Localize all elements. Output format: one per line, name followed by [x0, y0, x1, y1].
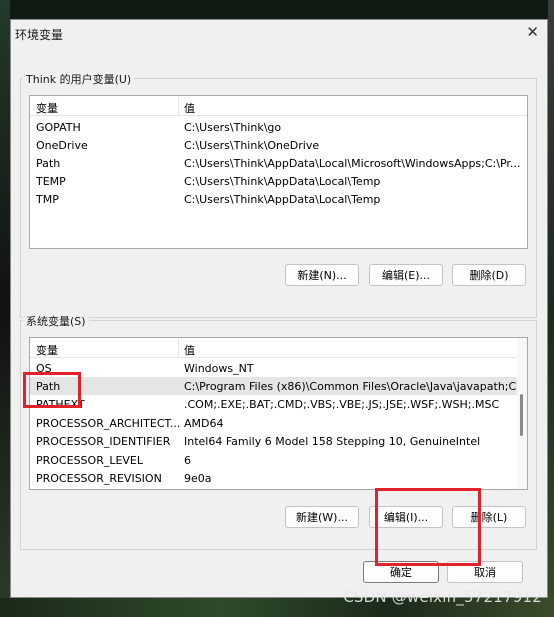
table-row[interactable]: TEMP C:\Users\Think\AppData\Local\Temp [30, 172, 527, 190]
column-separator[interactable] [178, 338, 179, 358]
system-list-scrollbar[interactable] [517, 338, 527, 489]
variable-name: TEMP [36, 175, 66, 188]
variable-name: PROCESSOR_LEVEL [36, 454, 144, 467]
column-header-value[interactable]: 值 [184, 342, 195, 358]
table-row[interactable]: Path C:\Users\Think\AppData\Local\Micros… [30, 154, 527, 172]
table-row[interactable]: PROCESSOR_REVISION 9e0a [30, 469, 519, 487]
variable-value: C:\Users\Think\AppData\Local\Temp [184, 175, 381, 188]
close-icon[interactable]: ✕ [526, 23, 539, 41]
variable-value: .COM;.EXE;.BAT;.CMD;.VBS;.VBE;.JS;.JSE;.… [184, 398, 500, 411]
column-header-name[interactable]: 变量 [36, 100, 58, 116]
annotation-highlight-path [23, 372, 81, 408]
table-row[interactable]: PROCESSOR_IDENTIFIER Intel64 Family 6 Mo… [30, 432, 519, 450]
variable-value: C:\Program Files (x86)\Common Files\Orac… [184, 380, 528, 393]
variable-name: OneDrive [36, 139, 88, 152]
table-row-selected[interactable]: Path C:\Program Files (x86)\Common Files… [30, 377, 527, 395]
scrollbar-thumb[interactable] [520, 394, 523, 436]
table-row[interactable]: TMP C:\Users\Think\AppData\Local\Temp [30, 190, 527, 208]
user-variables-list[interactable]: 变量 值 GOPATH C:\Users\Think\go OneDrive C… [29, 95, 528, 249]
user-edit-button[interactable]: 编辑(E)... [369, 264, 443, 286]
variable-value: 6 [184, 454, 191, 467]
variable-name: PROCESSOR_IDENTIFIER [36, 435, 171, 448]
system-variables-list[interactable]: 变量 值 OS Windows_NT Path C:\Program Files… [29, 337, 528, 490]
variable-name: PROCESSOR_ARCHITECT... [36, 417, 181, 430]
variable-value: AMD64 [184, 417, 224, 430]
variable-name: PROCESSOR_REVISION [36, 472, 162, 485]
column-header-value[interactable]: 值 [184, 100, 195, 116]
table-row[interactable]: GOPATH C:\Users\Think\go [30, 118, 527, 136]
user-variables-label: Think 的用户变量(U) [23, 71, 135, 87]
table-row[interactable]: OS Windows_NT [30, 359, 519, 377]
annotation-highlight-edit [375, 488, 481, 566]
table-row[interactable]: PROCESSOR_ARCHITECT... AMD64 [30, 414, 519, 432]
variable-value: C:\Users\Think\go [184, 121, 282, 134]
variable-value: C:\Users\Think\OneDrive [184, 139, 320, 152]
watermark: CSDN @weixin_57217912 [343, 588, 542, 606]
table-row[interactable]: PATHEXT .COM;.EXE;.BAT;.CMD;.VBS;.VBE;.J… [30, 395, 519, 413]
variable-value: 9e0a [184, 472, 212, 485]
user-delete-button[interactable]: 删除(D) [452, 264, 526, 286]
variable-value: C:\Users\Think\AppData\Local\Temp [184, 193, 381, 206]
list-header: 变量 值 [30, 96, 527, 116]
list-header: 变量 值 [30, 338, 519, 358]
table-row[interactable]: OneDrive C:\Users\Think\OneDrive [30, 136, 527, 154]
window-title: 环境变量 [15, 28, 64, 42]
column-header-name[interactable]: 变量 [36, 342, 58, 358]
system-variables-label: 系统变量(S) [23, 313, 89, 329]
user-new-button[interactable]: 新建(N)... [285, 264, 359, 286]
variable-value: Windows_NT [184, 362, 254, 375]
table-row[interactable]: PROCESSOR_LEVEL 6 [30, 451, 519, 469]
desktop-background-right [548, 0, 554, 617]
variable-name: Path [36, 157, 61, 170]
variable-name: TMP [36, 193, 59, 206]
variable-value: Intel64 Family 6 Model 158 Stepping 10, … [184, 435, 481, 448]
variable-name: GOPATH [36, 121, 81, 134]
variable-value: C:\Users\Think\AppData\Local\Microsoft\W… [184, 157, 521, 170]
environment-variables-dialog: 环境变量 ✕ Think 的用户变量(U) 变量 值 GOPATH C:\Use… [10, 19, 548, 598]
column-separator[interactable] [178, 96, 179, 116]
desktop-background [0, 0, 10, 617]
system-new-button[interactable]: 新建(W)... [285, 506, 359, 528]
